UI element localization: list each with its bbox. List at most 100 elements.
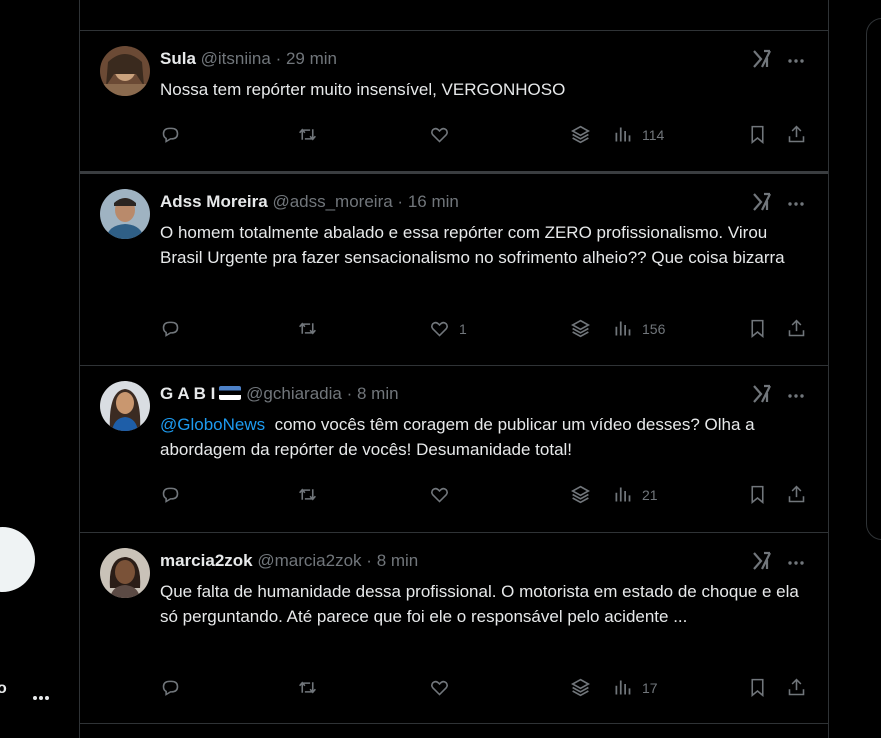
like-count: 1 bbox=[459, 320, 467, 337]
stack-icon bbox=[571, 678, 590, 697]
post-header: marcia2zok @marcia2zok · 8 min bbox=[160, 550, 418, 572]
grok-actions-button[interactable] bbox=[570, 318, 591, 339]
reply-button[interactable] bbox=[160, 318, 181, 339]
reply-button[interactable] bbox=[160, 677, 181, 698]
repost-button[interactable] bbox=[297, 484, 318, 505]
compose-post-button[interactable] bbox=[0, 527, 35, 592]
more-icon[interactable] bbox=[786, 51, 806, 71]
more-options-icon[interactable] bbox=[31, 688, 51, 708]
repost-button[interactable] bbox=[297, 677, 318, 698]
reply-button[interactable] bbox=[160, 484, 181, 505]
avatar[interactable] bbox=[100, 46, 150, 96]
right-sidebar-card bbox=[866, 18, 881, 540]
reply-icon bbox=[162, 127, 179, 143]
post-header: Sula @itsniina · 29 min bbox=[160, 48, 337, 70]
post-actions: 1 156 bbox=[80, 318, 828, 342]
analytics-icon bbox=[615, 487, 631, 502]
post-text: Nossa tem repórter muito insensível, VER… bbox=[160, 80, 566, 99]
reply-post[interactable]: G A B I @gchiaradia · 8 min @GloboNews c… bbox=[80, 366, 828, 533]
avatar[interactable] bbox=[100, 381, 150, 431]
repost-icon bbox=[299, 128, 316, 141]
repost-button[interactable] bbox=[297, 318, 318, 339]
views-button[interactable]: 21 bbox=[612, 484, 658, 505]
views-button[interactable]: 17 bbox=[612, 677, 658, 698]
reply-button[interactable] bbox=[160, 124, 181, 145]
grok-icon[interactable] bbox=[751, 383, 773, 405]
timestamp[interactable]: 16 min bbox=[408, 192, 459, 211]
author-name[interactable]: Adss Moreira bbox=[160, 192, 268, 211]
post-actions: 21 bbox=[80, 484, 828, 508]
bookmark-button[interactable] bbox=[747, 677, 768, 698]
analytics-icon bbox=[615, 680, 631, 695]
author-name[interactable]: marcia2zok bbox=[160, 551, 253, 570]
analytics-icon bbox=[615, 321, 631, 336]
timestamp[interactable]: 29 min bbox=[286, 49, 337, 68]
view-count: 21 bbox=[642, 486, 658, 503]
reply-icon bbox=[162, 487, 179, 503]
share-button[interactable] bbox=[786, 484, 807, 505]
separator: · bbox=[366, 551, 372, 570]
share-button[interactable] bbox=[786, 677, 807, 698]
more-icon[interactable] bbox=[786, 386, 806, 406]
reply-post[interactable]: Adss Moreira @adss_moreira · 16 min O ho… bbox=[80, 174, 828, 366]
repost-button[interactable] bbox=[297, 124, 318, 145]
views-button[interactable]: 114 bbox=[612, 124, 664, 145]
bookmark-button[interactable] bbox=[747, 124, 768, 145]
author-name[interactable]: Sula bbox=[160, 49, 196, 68]
grok-icon[interactable] bbox=[751, 191, 773, 213]
separator: · bbox=[275, 49, 282, 68]
share-icon bbox=[788, 485, 805, 503]
repost-icon bbox=[299, 322, 316, 335]
avatar[interactable] bbox=[100, 548, 150, 598]
avatar[interactable] bbox=[100, 189, 150, 239]
like-button[interactable]: 1 bbox=[429, 318, 467, 339]
like-button[interactable] bbox=[429, 677, 459, 698]
view-count: 17 bbox=[642, 679, 658, 696]
analytics-icon bbox=[615, 127, 631, 142]
grok-actions-button[interactable] bbox=[570, 484, 591, 505]
more-icon[interactable] bbox=[786, 553, 806, 573]
heart-icon bbox=[431, 680, 448, 696]
flag-emoji-icon bbox=[219, 386, 242, 400]
post-text: Que falta de humanidade dessa profission… bbox=[160, 582, 799, 626]
views-button[interactable]: 156 bbox=[612, 318, 665, 339]
reply-post[interactable]: marcia2zok @marcia2zok · 8 min Que falta… bbox=[80, 533, 828, 724]
stack-icon bbox=[571, 125, 590, 144]
like-button[interactable] bbox=[429, 124, 459, 145]
repost-icon bbox=[299, 681, 316, 694]
timestamp[interactable]: 8 min bbox=[357, 384, 399, 403]
view-count: 156 bbox=[642, 320, 666, 337]
post-header: G A B I @gchiaradia · 8 min bbox=[160, 383, 399, 405]
post-text: O homem totalmente abalado e essa repórt… bbox=[160, 223, 785, 267]
grok-actions-button[interactable] bbox=[570, 124, 591, 145]
reply-post[interactable]: Sula @itsniina · 29 min Nossa tem repórt… bbox=[80, 31, 828, 174]
bookmark-button[interactable] bbox=[747, 484, 768, 505]
view-count: 114 bbox=[642, 126, 665, 143]
grok-icon[interactable] bbox=[751, 550, 773, 572]
heart-icon bbox=[431, 127, 448, 143]
reply-icon bbox=[162, 680, 179, 696]
share-button[interactable] bbox=[786, 124, 807, 145]
bookmark-icon bbox=[751, 678, 764, 698]
bookmark-button[interactable] bbox=[747, 318, 768, 339]
timestamp[interactable]: 8 min bbox=[377, 551, 419, 570]
post-text: @GloboNews como vocês têm coragem de pub… bbox=[160, 412, 800, 462]
replies-column: Sula @itsniina · 29 min Nossa tem repórt… bbox=[79, 0, 829, 738]
author-handle[interactable]: @gchiaradia bbox=[246, 384, 342, 403]
stack-icon bbox=[571, 319, 590, 338]
like-button[interactable] bbox=[429, 484, 459, 505]
grok-actions-button[interactable] bbox=[570, 677, 591, 698]
separator: · bbox=[397, 192, 404, 211]
nav-label-partial: o bbox=[0, 680, 7, 697]
post-actions: 114 bbox=[80, 124, 828, 148]
more-icon[interactable] bbox=[786, 194, 806, 214]
author-handle[interactable]: @itsniina bbox=[201, 49, 271, 68]
share-icon bbox=[788, 678, 805, 696]
author-name[interactable]: G A B I bbox=[160, 384, 215, 403]
mention-link[interactable]: @GloboNews bbox=[160, 415, 265, 434]
grok-icon[interactable] bbox=[751, 48, 773, 70]
share-icon bbox=[788, 125, 805, 143]
share-button[interactable] bbox=[786, 318, 807, 339]
author-handle[interactable]: @adss_moreira bbox=[272, 192, 392, 211]
author-handle[interactable]: @marcia2zok bbox=[257, 551, 361, 570]
